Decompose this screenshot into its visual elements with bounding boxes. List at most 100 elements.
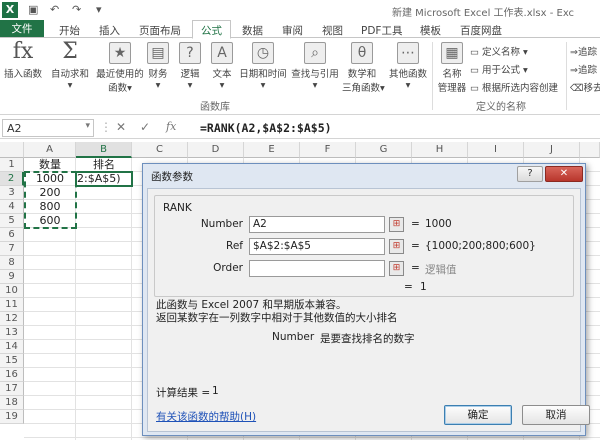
range-picker-icon[interactable]: ⊞ bbox=[389, 239, 404, 254]
column-header-a[interactable]: A bbox=[24, 142, 76, 158]
arg-input-number[interactable]: A2 bbox=[249, 216, 385, 233]
column-header-d[interactable]: D bbox=[188, 142, 244, 158]
cell-b1[interactable]: 排名 bbox=[76, 158, 132, 172]
text-button[interactable]: A 文本 ▾ bbox=[210, 42, 234, 91]
financial-button[interactable]: ▤ 财务 ▾ bbox=[146, 42, 170, 91]
column-header-j[interactable]: J bbox=[524, 142, 580, 158]
row-header-6[interactable]: 6 bbox=[0, 228, 24, 242]
tab-formulas[interactable]: 公式 bbox=[192, 20, 231, 39]
tab-insert[interactable]: 插入 bbox=[99, 23, 120, 38]
row-header-12[interactable]: 12 bbox=[0, 312, 24, 326]
name-box[interactable]: A2 ▾ bbox=[2, 119, 94, 137]
cancel-entry-button[interactable]: ✕ bbox=[116, 120, 126, 134]
row-header-4[interactable]: 4 bbox=[0, 200, 24, 214]
column-header-i[interactable]: I bbox=[468, 142, 524, 158]
row-header-18[interactable]: 18 bbox=[0, 396, 24, 410]
lookup-reference-button[interactable]: ⌕ 查找与引用 ▾ bbox=[290, 42, 340, 91]
row-header-3[interactable]: 3 bbox=[0, 186, 24, 200]
more-functions-button[interactable]: ⋯ 其他函数 ▾ bbox=[386, 42, 430, 91]
row-header-9[interactable]: 9 bbox=[0, 270, 24, 284]
chevron-down-icon[interactable]: ▾ bbox=[85, 121, 90, 131]
arg-equals: = bbox=[411, 218, 420, 230]
title-bar: X ▣ ↶ ↷ ▾ 新建 Microsoft Excel 工作表.xlsx - … bbox=[0, 0, 600, 20]
create-from-selection-button[interactable]: ▭ 根据所选内容创建 bbox=[470, 80, 558, 94]
calc-result-value: 1 bbox=[212, 385, 219, 397]
tab-data[interactable]: 数据 bbox=[242, 23, 263, 38]
formula-input[interactable]: =RANK(A2,$A$2:$A$5) bbox=[194, 119, 598, 137]
more-icon: ⋮ bbox=[100, 120, 112, 134]
tab-baidu-netdisk[interactable]: 百度网盘 bbox=[460, 23, 502, 38]
arg-input-order[interactable] bbox=[249, 260, 385, 277]
tab-home[interactable]: 开始 bbox=[59, 23, 80, 38]
cancel-button[interactable]: 取消 bbox=[522, 405, 590, 425]
math-trig-button[interactable]: θ 数学和 三角函数▾ bbox=[342, 42, 385, 94]
undo-icon[interactable]: ↶ bbox=[50, 3, 59, 16]
save-icon[interactable]: ▣ bbox=[28, 3, 38, 16]
logical-icon: ? bbox=[179, 42, 201, 64]
arg-input-ref[interactable]: $A$2:$A$5 bbox=[249, 238, 385, 255]
column-header-g[interactable]: G bbox=[356, 142, 412, 158]
remove-arrows-button[interactable]: ⌫移去 bbox=[570, 80, 600, 94]
datetime-button[interactable]: ◷ 日期和时间 ▾ bbox=[238, 42, 288, 91]
name-manager-button[interactable]: ▦ 名称 管理器 bbox=[434, 42, 470, 94]
math-label-1: 数学和 bbox=[347, 69, 377, 80]
row-header-10[interactable]: 10 bbox=[0, 284, 24, 298]
arg-result-ref: {1000;200;800;600} bbox=[425, 240, 536, 252]
column-header-c[interactable]: C bbox=[132, 142, 188, 158]
row-header-2[interactable]: 2 bbox=[0, 172, 24, 186]
row-header-11[interactable]: 11 bbox=[0, 298, 24, 312]
tab-pdf-tools[interactable]: PDF工具 bbox=[361, 23, 402, 38]
row-header-16[interactable]: 16 bbox=[0, 368, 24, 382]
ribbon: fx 插入函数 Σ 自动求和 ▾ ★ 最近使用的 函数▾ ▤ 财务 ▾ ? 逻辑 ▾ A… bbox=[0, 37, 600, 115]
function-description-line2: 返回某数字在一列数字中相对于其他数值的大小排名 bbox=[156, 312, 398, 324]
column-header-f[interactable]: F bbox=[300, 142, 356, 158]
chevron-down-icon: ▾ bbox=[312, 80, 318, 91]
column-header-h[interactable]: H bbox=[412, 142, 468, 158]
more-functions-label: 其他函数 bbox=[388, 69, 427, 80]
arg-label-order: Order bbox=[213, 262, 243, 274]
insert-function-button[interactable]: fx 插入函数 bbox=[2, 41, 44, 81]
insert-function-fx-button[interactable]: fx bbox=[166, 120, 176, 133]
help-button[interactable]: ? bbox=[517, 166, 543, 182]
autosum-button[interactable]: Σ 自动求和 ▾ bbox=[48, 41, 92, 92]
select-all-corner[interactable] bbox=[0, 142, 24, 158]
customize-quick-access-icon[interactable]: ▾ bbox=[96, 3, 102, 16]
define-name-button[interactable]: ▭ 定义名称 ▾ bbox=[470, 44, 528, 58]
ok-button[interactable]: 确定 bbox=[444, 405, 512, 425]
row-header-5[interactable]: 5 bbox=[0, 214, 24, 228]
name-box-value: A2 bbox=[7, 122, 22, 135]
row-header-19[interactable]: 19 bbox=[0, 410, 24, 424]
row-header-8[interactable]: 8 bbox=[0, 256, 24, 270]
logical-button[interactable]: ? 逻辑 ▾ bbox=[178, 42, 202, 91]
column-header-b[interactable]: B bbox=[76, 142, 132, 158]
chevron-down-icon: ▾ bbox=[127, 83, 132, 94]
trace-precedents-button[interactable]: ⇒追踪 bbox=[570, 44, 597, 58]
row-header-14[interactable]: 14 bbox=[0, 340, 24, 354]
gridline-horizontal bbox=[24, 437, 600, 438]
tab-file[interactable]: 文件 bbox=[0, 20, 44, 38]
row-header-15[interactable]: 15 bbox=[0, 354, 24, 368]
range-picker-icon[interactable]: ⊞ bbox=[389, 217, 404, 232]
lookup-label: 查找与引用 bbox=[291, 69, 339, 80]
tab-view[interactable]: 视图 bbox=[322, 23, 343, 38]
column-header-k[interactable] bbox=[580, 142, 600, 158]
use-in-formula-button[interactable]: ▭ 用于公式 ▾ bbox=[470, 62, 528, 76]
trace-dependents-button[interactable]: ⇒追踪 bbox=[570, 62, 597, 76]
column-header-e[interactable]: E bbox=[244, 142, 300, 158]
range-picker-icon[interactable]: ⊞ bbox=[389, 261, 404, 276]
text-icon: A bbox=[211, 42, 233, 64]
close-button[interactable]: ✕ bbox=[545, 166, 583, 182]
recently-used-button[interactable]: ★ 最近使用的 函数▾ bbox=[94, 42, 146, 94]
row-header-13[interactable]: 13 bbox=[0, 326, 24, 340]
row-header-1[interactable]: 1 bbox=[0, 158, 24, 172]
chevron-down-icon: ▾ bbox=[187, 80, 193, 91]
tab-templates[interactable]: 模板 bbox=[420, 23, 441, 38]
enter-button[interactable]: ✓ bbox=[140, 120, 150, 134]
tab-page-layout[interactable]: 页面布局 bbox=[139, 23, 181, 38]
tab-review[interactable]: 审阅 bbox=[282, 23, 303, 38]
row-header-7[interactable]: 7 bbox=[0, 242, 24, 256]
redo-icon[interactable]: ↷ bbox=[72, 3, 81, 16]
cell-a1[interactable]: 数量 bbox=[24, 158, 76, 172]
row-header-17[interactable]: 17 bbox=[0, 382, 24, 396]
function-help-link[interactable]: 有关该函数的帮助(H) bbox=[156, 409, 256, 424]
